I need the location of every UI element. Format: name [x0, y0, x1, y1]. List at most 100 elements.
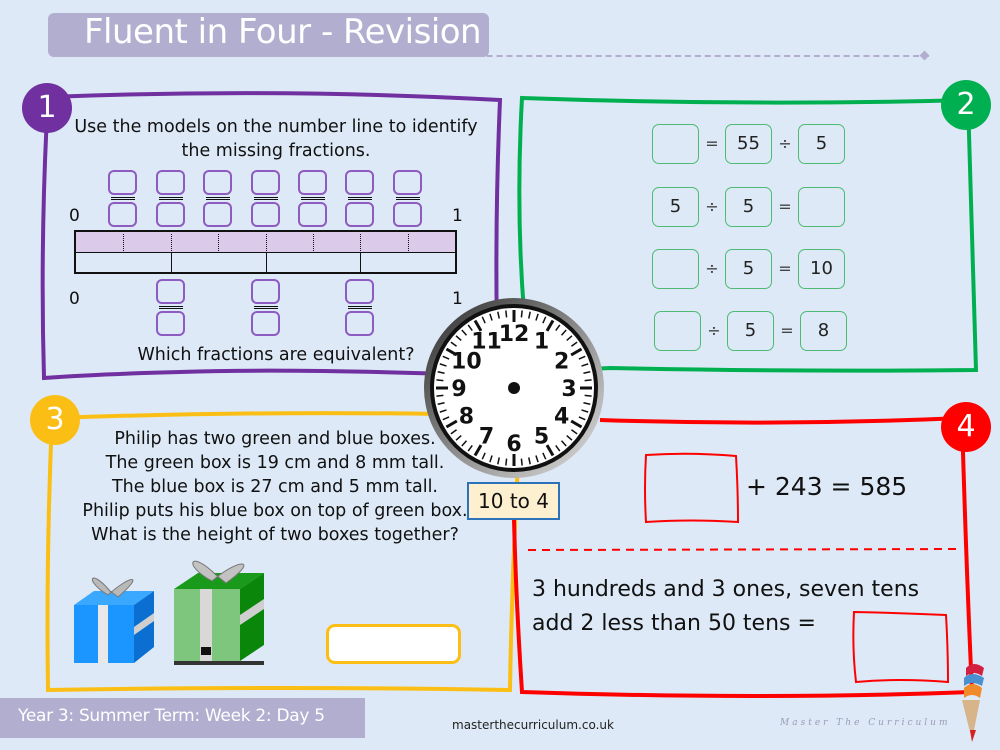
eighth-divider: [218, 234, 220, 251]
fraction-bar: [300, 197, 325, 200]
numerator-input[interactable]: [345, 279, 375, 304]
numerator-input[interactable]: [250, 170, 280, 195]
number-box: 55: [725, 124, 772, 164]
denominator-input[interactable]: [392, 202, 422, 227]
panel-4-answer-1[interactable]: [645, 454, 738, 522]
divide-sign: ÷: [705, 197, 719, 216]
eighth-divider: [312, 234, 314, 251]
clock-number: 11: [471, 329, 502, 354]
minute-tick: [436, 379, 444, 382]
minute-tick: [520, 458, 523, 466]
numerator-input[interactable]: [203, 170, 233, 195]
clock-center-dot: [508, 382, 520, 394]
question-line: What is the height of two boxes together…: [91, 525, 459, 545]
title-divider: [437, 55, 929, 57]
equals-sign: =: [778, 259, 792, 278]
word-problem-line-2: add 2 less than 50 tens =: [532, 611, 816, 636]
numerator-input[interactable]: [155, 279, 185, 304]
eighth-divider: [265, 234, 267, 251]
quarter-divider: [360, 253, 362, 272]
clock-number: 6: [506, 432, 521, 457]
clock-number: 12: [499, 322, 530, 347]
fraction-bar: [348, 306, 373, 309]
brand-signature: Master The Curriculum: [780, 718, 951, 728]
number-box: 5: [798, 124, 845, 164]
page-title: Fluent in Four - Revision: [84, 12, 482, 52]
clock-number: 8: [459, 405, 474, 430]
denominator-input[interactable]: [155, 202, 185, 227]
bottom-number-line-start: 0: [69, 289, 80, 309]
numerator-input[interactable]: [392, 170, 422, 195]
numerator-input[interactable]: [155, 170, 185, 195]
number-box: 5: [725, 187, 772, 227]
clock-number: 1: [534, 329, 549, 354]
pencil-logo-icon: [962, 664, 984, 742]
addition-equation: + 243 = 585: [746, 472, 908, 501]
divide-sign: ÷: [778, 134, 792, 153]
number-box: 8: [800, 311, 847, 351]
top-number-line-start: 0: [69, 206, 80, 226]
panel-2-badge: 2: [941, 80, 991, 130]
fraction-bar: [253, 306, 278, 309]
missing-number-input[interactable]: [652, 249, 699, 289]
fraction-bar: [253, 197, 278, 200]
clock-number: 5: [534, 425, 549, 450]
top-fraction-slot: [108, 170, 138, 227]
denominator-input[interactable]: [250, 202, 280, 227]
top-fraction-slot: [155, 170, 186, 227]
eighth-divider: [360, 234, 362, 251]
fraction-bar: [348, 197, 373, 200]
lesson-label: Year 3: Summer Term: Week 2: Day 5: [18, 706, 325, 726]
denominator-input[interactable]: [250, 311, 280, 336]
fraction-bar: [395, 197, 420, 200]
divide-sign: ÷: [707, 321, 721, 340]
minute-tick: [436, 394, 444, 397]
minute-tick: [505, 310, 508, 318]
panel-3-question: Philip has two green and blue boxes. The …: [60, 427, 490, 547]
equals-sign: =: [778, 197, 792, 216]
gift-boxes-icon: [74, 560, 264, 665]
missing-number-input[interactable]: [798, 187, 845, 227]
fraction-bar: [111, 197, 136, 200]
clock-number: 9: [451, 377, 466, 402]
quarter-divider: [170, 253, 172, 272]
bar-model-eighths: [76, 232, 455, 253]
minute-tick: [505, 458, 508, 466]
denominator-input[interactable]: [108, 202, 138, 227]
panel-4-badge: 4: [941, 402, 991, 452]
top-fraction-slot: [297, 170, 328, 227]
missing-number-input[interactable]: [654, 311, 701, 351]
denominator-input[interactable]: [203, 202, 233, 227]
denominator-input[interactable]: [155, 311, 185, 336]
numerator-input[interactable]: [108, 170, 138, 195]
top-fraction-slot: [250, 170, 281, 227]
numerator-input[interactable]: [297, 170, 327, 195]
eighth-divider: [407, 234, 409, 251]
number-box: 5: [727, 311, 774, 351]
number-box: 5: [725, 249, 772, 289]
denominator-input[interactable]: [297, 202, 327, 227]
bar-model-quarters: [76, 253, 455, 272]
question-line: Philip has two green and blue boxes.: [114, 429, 436, 449]
title-divider-end: [919, 50, 930, 61]
minute-tick: [584, 379, 592, 382]
instruction-line-2: the missing fractions.: [181, 141, 371, 161]
numerator-input[interactable]: [345, 170, 375, 195]
eighth-divider: [170, 234, 172, 251]
denominator-input[interactable]: [345, 311, 375, 336]
panel-3-answer-box[interactable]: [326, 624, 461, 664]
blue-gift-box: [74, 577, 154, 663]
green-gift-box: [174, 560, 264, 665]
panel-4-answer-2[interactable]: [854, 612, 948, 682]
top-fraction-slot: [392, 170, 423, 227]
panel-4-divider: [527, 548, 961, 551]
numerator-input[interactable]: [250, 279, 280, 304]
clock-number: 2: [554, 350, 569, 375]
number-box: 10: [798, 249, 845, 289]
eighth-divider: [123, 234, 125, 251]
panel-1-instruction: Use the models on the number line to ide…: [60, 115, 492, 163]
missing-number-input[interactable]: [652, 124, 699, 164]
minute-tick: [584, 394, 592, 397]
denominator-input[interactable]: [345, 202, 375, 227]
website-link[interactable]: masterthecurriculum.co.uk: [452, 718, 614, 732]
